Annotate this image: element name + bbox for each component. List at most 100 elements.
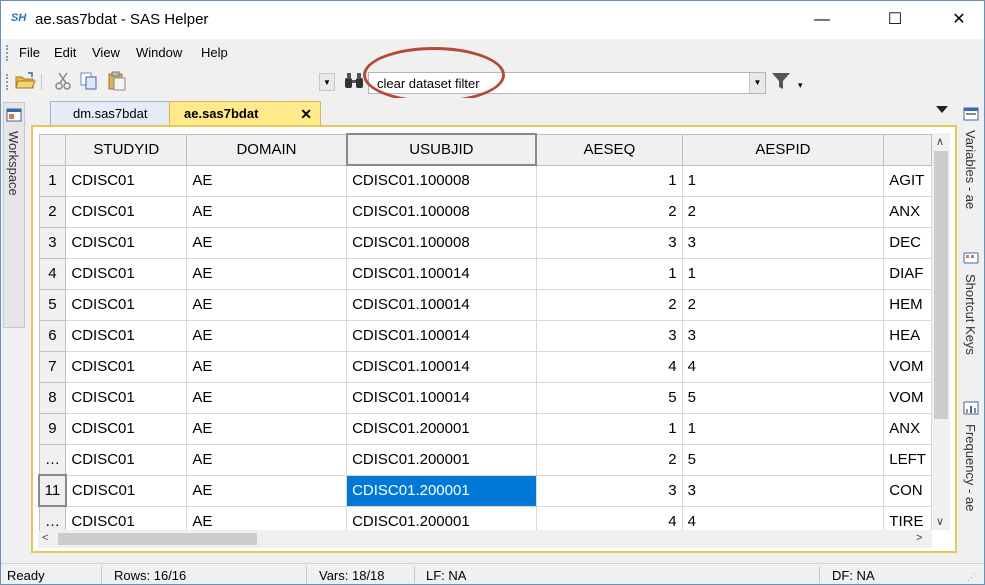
data-grid[interactable]: STUDYID DOMAIN USUBJID AESEQ AESPID 1 CDI… [38, 133, 932, 530]
close-icon[interactable]: ✕ [300, 102, 312, 126]
cell-studyid[interactable]: CDISC01 [65, 412, 188, 445]
column-header-next[interactable] [883, 133, 932, 166]
table-row[interactable]: 7 CDISC01 AE CDISC01.100014 4 4 VOM [38, 350, 932, 383]
cell-aespid[interactable]: 5 [681, 443, 885, 476]
cell-aeseq[interactable]: 2 [535, 288, 683, 321]
row-header[interactable]: 3 [38, 226, 67, 259]
cell-next-column[interactable]: VOM [883, 381, 932, 414]
cell-aespid[interactable]: 3 [681, 474, 885, 507]
cell-usubjid[interactable]: CDISC01.200001 [346, 412, 537, 445]
cell-aeseq[interactable]: 4 [535, 350, 683, 383]
cell-usubjid[interactable]: CDISC01.100008 [346, 226, 537, 259]
cell-domain[interactable]: AE [186, 381, 348, 414]
copy-icon[interactable] [78, 70, 100, 92]
cell-usubjid[interactable]: CDISC01.100014 [346, 288, 537, 321]
menu-file[interactable]: File [19, 45, 40, 60]
chevron-down-icon[interactable]: ▼ [749, 73, 765, 93]
table-row[interactable]: 11 CDISC01 AE CDISC01.200001 3 3 CON [38, 474, 932, 507]
cell-domain[interactable]: AE [186, 257, 348, 290]
cell-next-column[interactable]: HEA [883, 319, 932, 352]
table-row[interactable]: … CDISC01 AE CDISC01.200001 4 4 TIRE [38, 505, 932, 530]
cell-next-column[interactable]: VOM [883, 350, 932, 383]
menu-help[interactable]: Help [201, 45, 228, 60]
row-header[interactable]: 4 [38, 257, 67, 290]
cell-studyid[interactable]: CDISC01 [65, 226, 188, 259]
row-header[interactable]: 2 [38, 195, 67, 228]
cell-usubjid[interactable]: CDISC01.200001 [346, 443, 537, 476]
close-button[interactable]: ✕ [936, 1, 982, 39]
cell-aespid[interactable]: 3 [681, 319, 885, 352]
cell-aespid[interactable]: 3 [681, 226, 885, 259]
cell-next-column[interactable]: TIRE [883, 505, 932, 530]
cell-aespid[interactable]: 4 [681, 505, 885, 530]
column-header-usubjid[interactable]: USUBJID [345, 133, 538, 166]
cell-aespid[interactable]: 1 [681, 412, 885, 445]
minimize-button[interactable]: — [799, 1, 845, 39]
table-row[interactable]: 2 CDISC01 AE CDISC01.100008 2 2 ANX [38, 195, 932, 228]
paste-icon[interactable] [106, 70, 128, 92]
vertical-scrollbar[interactable]: ∧ ∨ [932, 133, 950, 530]
cell-studyid[interactable]: CDISC01 [65, 381, 188, 414]
cell-next-column[interactable]: ANX [883, 412, 932, 445]
cell-next-column[interactable]: CON [883, 474, 932, 507]
cut-icon[interactable] [52, 70, 74, 92]
scroll-down-arrow-icon[interactable]: ∨ [936, 515, 944, 528]
scroll-up-arrow-icon[interactable]: ∧ [936, 135, 944, 148]
table-row[interactable]: 8 CDISC01 AE CDISC01.100014 5 5 VOM [38, 381, 932, 414]
cell-studyid[interactable]: CDISC01 [65, 350, 188, 383]
row-header[interactable]: 11 [38, 474, 67, 507]
cell-studyid[interactable]: CDISC01 [65, 195, 188, 228]
table-row[interactable]: 6 CDISC01 AE CDISC01.100014 3 3 HEA [38, 319, 932, 352]
cell-aeseq[interactable]: 2 [535, 443, 683, 476]
resize-grip-icon[interactable]: ⋰ [967, 572, 976, 583]
row-header[interactable]: 1 [38, 164, 67, 197]
tab-dm-sas7bdat[interactable]: dm.sas7bdat [50, 101, 176, 126]
cell-domain[interactable]: AE [186, 288, 348, 321]
table-row[interactable]: 9 CDISC01 AE CDISC01.200001 1 1 ANX [38, 412, 932, 445]
cell-aeseq[interactable]: 3 [535, 226, 683, 259]
maximize-button[interactable]: ☐ [872, 1, 918, 39]
cell-domain[interactable]: AE [186, 319, 348, 352]
row-header[interactable]: 5 [38, 288, 67, 321]
menubar-grip[interactable] [6, 45, 9, 61]
workspace-tab[interactable]: Workspace [3, 102, 25, 328]
cell-aespid[interactable]: 1 [681, 257, 885, 290]
cell-domain[interactable]: AE [186, 350, 348, 383]
cell-aeseq[interactable]: 2 [535, 195, 683, 228]
cell-usubjid[interactable]: CDISC01.100008 [346, 195, 537, 228]
cell-usubjid[interactable]: CDISC01.100014 [346, 319, 537, 352]
variables-tab[interactable]: Variables - ae [960, 100, 982, 240]
open-folder-icon[interactable] [14, 70, 36, 92]
row-header[interactable]: … [38, 443, 67, 476]
cell-aeseq[interactable]: 3 [535, 319, 683, 352]
cell-aespid[interactable]: 5 [681, 381, 885, 414]
horizontal-scrollbar[interactable]: < > [38, 530, 932, 548]
cell-studyid[interactable]: CDISC01 [65, 257, 188, 290]
toolbar-dropdown-arrow[interactable]: ▼ [319, 73, 335, 91]
toolbar-overflow-icon[interactable]: ▾ [798, 80, 803, 91]
cell-aespid[interactable]: 4 [681, 350, 885, 383]
cell-domain[interactable]: AE [186, 164, 348, 197]
cell-domain[interactable]: AE [186, 412, 348, 445]
menu-edit[interactable]: Edit [54, 45, 76, 60]
column-header-domain[interactable]: DOMAIN [186, 133, 348, 166]
row-header[interactable]: 9 [38, 412, 67, 445]
cell-studyid[interactable]: CDISC01 [65, 164, 188, 197]
menu-window[interactable]: Window [136, 45, 182, 60]
binoculars-icon[interactable] [343, 70, 365, 92]
table-row[interactable]: 4 CDISC01 AE CDISC01.100014 1 1 DIAF [38, 257, 932, 290]
vertical-scroll-thumb[interactable] [934, 151, 948, 419]
cell-usubjid[interactable]: CDISC01.100014 [346, 381, 537, 414]
tab-ae-sas7bdat[interactable]: ae.sas7bdat ✕ [169, 101, 321, 126]
cell-domain[interactable]: AE [186, 474, 348, 507]
cell-next-column[interactable]: LEFT [883, 443, 932, 476]
row-header[interactable]: 8 [38, 381, 67, 414]
cell-aespid[interactable]: 2 [681, 195, 885, 228]
cell-domain[interactable]: AE [186, 195, 348, 228]
cell-aeseq[interactable]: 4 [535, 505, 683, 530]
cell-studyid[interactable]: CDISC01 [65, 443, 188, 476]
column-header-aespid[interactable]: AESPID [681, 133, 885, 166]
cell-studyid[interactable]: CDISC01 [65, 474, 188, 507]
cell-next-column[interactable]: DIAF [883, 257, 932, 290]
cell-next-column[interactable]: HEM [883, 288, 932, 321]
